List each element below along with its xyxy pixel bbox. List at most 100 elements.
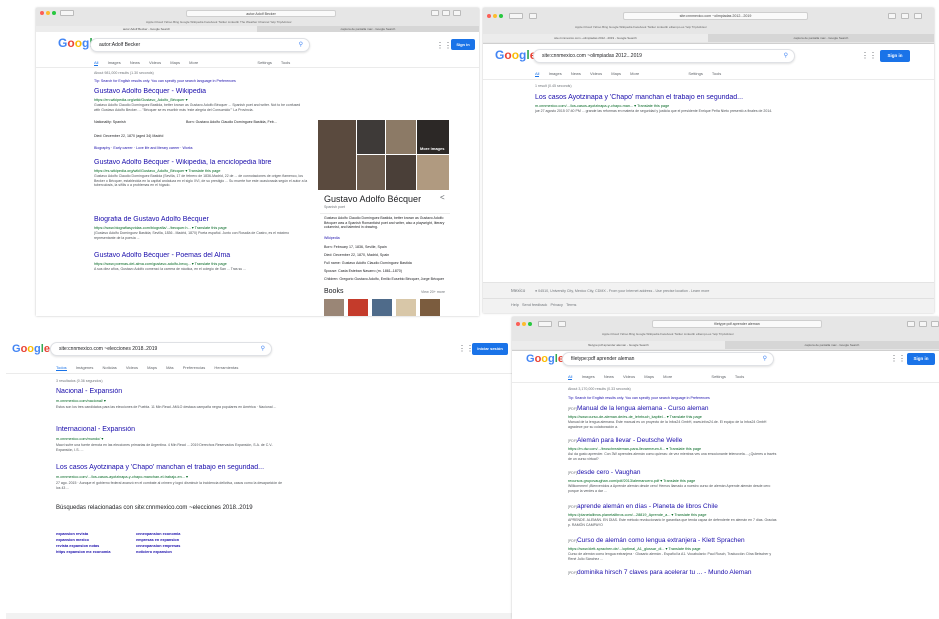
tab-images[interactable]: Images <box>108 60 121 65</box>
search-input[interactable]: site:cnnmexico.com ~olimpiadas 2012...20… <box>542 53 642 59</box>
tab-tools[interactable]: Tools <box>281 60 290 65</box>
search-box[interactable]: autor:Adolf Becker ⚲ <box>90 38 310 52</box>
result-title[interactable]: [PDF]desde cero - Vaughan <box>568 469 788 476</box>
address-bar[interactable]: filetype:pdf aprender aleman <box>652 320 822 328</box>
result-title[interactable]: Nacional - Expansión <box>56 388 296 395</box>
search-box[interactable]: site:cnnmexico.com ~olimpiadas 2012...20… <box>533 49 795 63</box>
bookmarks-bar[interactable]: Apple iCloud Yahoo Bing Google Wikipedia… <box>146 20 292 24</box>
apps-grid-icon[interactable]: ⋮⋮ <box>436 41 452 50</box>
result-title[interactable]: [PDF]Curso de alemán como lengua extranj… <box>568 537 788 544</box>
zoom-window-icon[interactable] <box>52 11 56 15</box>
tab-all[interactable]: All <box>535 71 540 77</box>
tab-images[interactable]: Images <box>582 374 595 379</box>
tab-more[interactable]: More <box>189 60 198 65</box>
result-url[interactable]: https://www.biografiasyvidas.com/biograf… <box>94 225 309 230</box>
language-tip[interactable]: Tip: Search for English results only. Yo… <box>568 396 710 400</box>
result-title[interactable]: Gustavo Adolfo Bécquer - Wikipedia <box>94 88 304 95</box>
search-icon[interactable]: ⚲ <box>299 41 303 48</box>
tab-news[interactable]: News <box>571 71 581 76</box>
tab-tools[interactable]: Tools <box>735 374 744 379</box>
tab-videos[interactable]: Videos <box>623 374 635 379</box>
related-search-link[interactable]: noticiero expansion <box>136 549 180 555</box>
book-cover-image[interactable] <box>420 299 440 316</box>
tab-maps[interactable]: Maps <box>147 365 157 370</box>
book-cover-image[interactable] <box>324 299 344 316</box>
apps-grid-icon[interactable]: ⋮⋮ <box>861 51 877 60</box>
bookmarks-bar[interactable]: Apple iCloud Yahoo Bing Google Wikipedia… <box>602 332 734 336</box>
search-box[interactable]: site:cnnmexico.com ~elecciones 2018..201… <box>50 342 272 356</box>
result-url[interactable]: https://planetalibros.planetalibros.com/… <box>568 512 788 517</box>
portrait-image[interactable] <box>417 155 449 190</box>
minimize-window-icon[interactable] <box>522 322 526 326</box>
tab-active[interactable]: site:cnnmexico.com ~olimpiadas 2012...20… <box>483 34 708 42</box>
tab-images[interactable]: Images <box>549 71 562 76</box>
share-icon[interactable]: < <box>440 193 445 202</box>
result-url[interactable]: https://www.curso-de-aleman.de/es-de_leh… <box>568 414 788 419</box>
tab-inactive[interactable]: captura de pantalla mac - Google Search <box>725 341 939 349</box>
tab-active[interactable]: autor:Adolf Becker - Google Search <box>36 26 257 32</box>
result-url[interactable]: m.cnnmexico.com/nacional/ ▾ <box>56 398 296 403</box>
result-title[interactable]: [PDF]dominika hirsch 7 claves para acele… <box>568 569 788 576</box>
language-tip[interactable]: Tip: Search for English results only. Yo… <box>94 79 236 83</box>
apps-grid-icon[interactable]: ⋮⋮ <box>890 354 906 363</box>
tab-inactive[interactable]: captura de pantalla mac - Google Search <box>708 34 934 42</box>
footer-location[interactable]: ● 04510, University City, Mexico City, C… <box>535 289 709 293</box>
result-sitelinks[interactable]: Biography · Early career · Love life and… <box>94 146 193 150</box>
search-input[interactable]: filetype:pdf aprender aleman <box>571 356 634 362</box>
close-window-icon[interactable] <box>487 14 491 18</box>
google-logo[interactable]: Google <box>495 48 536 62</box>
google-logo[interactable]: Google <box>526 353 564 365</box>
search-input[interactable]: autor:Adolf Becker <box>99 42 140 48</box>
footer-privacy-link[interactable]: Privacy <box>551 303 563 307</box>
tab-all[interactable]: Todos <box>56 365 67 371</box>
share-icon[interactable] <box>888 13 896 19</box>
close-window-icon[interactable] <box>516 322 520 326</box>
share-icon[interactable] <box>431 10 439 16</box>
result-title[interactable]: Internacional - Expansión <box>56 426 296 433</box>
address-bar[interactable]: site:cnnmexico.com ~olimpiadas 2012...20… <box>623 12 808 20</box>
tab-videos[interactable]: Videos <box>149 60 161 65</box>
tab-videos[interactable]: Videos <box>590 71 602 76</box>
minimize-window-icon[interactable] <box>493 14 497 18</box>
result-title[interactable]: [PDF]aprende alemán en días - Planeta de… <box>568 503 788 510</box>
tab-more[interactable]: Más <box>166 365 174 370</box>
portrait-image[interactable] <box>357 120 385 154</box>
result-title[interactable]: Los casos Ayotzinapa y 'Chapo' manchan e… <box>56 464 296 471</box>
kp-view-more-link[interactable]: View 20+ more <box>421 290 445 294</box>
tab-all[interactable]: All <box>94 60 99 66</box>
kp-wikipedia-link[interactable]: Wikipedia <box>324 236 340 240</box>
close-window-icon[interactable] <box>40 11 44 15</box>
tab-news[interactable]: News <box>604 374 614 379</box>
footer-feedback-link[interactable]: Send feedback <box>522 303 547 307</box>
portrait-image[interactable] <box>357 155 385 190</box>
result-title[interactable]: Gustavo Adolfo Bécquer - Poemas del Alma <box>94 252 309 259</box>
tab-all[interactable]: All <box>568 374 573 380</box>
result-title[interactable]: Los casos Ayotzinapa y 'Chapo' manchan e… <box>535 94 785 101</box>
tabs-overview-icon[interactable] <box>453 10 461 16</box>
tab-preferences[interactable]: Preferencias <box>183 365 205 370</box>
tab-maps[interactable]: Maps <box>644 374 654 379</box>
tab-tools[interactable]: Herramientas <box>214 365 238 370</box>
result-url[interactable]: m.cnnmexico.com/.../los-casos-ayotzinapa… <box>535 103 785 108</box>
tab-news[interactable]: Noticias <box>103 365 117 370</box>
result-url[interactable]: https://es.wikipedia.org/wiki/Gustavo_Ad… <box>94 168 309 173</box>
more-images-link[interactable]: More images <box>420 146 444 151</box>
tab-images[interactable]: Imágenes <box>76 365 94 370</box>
result-title[interactable]: Gustavo Adolfo Bécquer - Wikipedia, la e… <box>94 159 309 166</box>
result-url[interactable]: https://www.poemas-del-alma.com/gustavo-… <box>94 261 309 266</box>
portrait-image[interactable] <box>318 120 356 190</box>
tab-active[interactable]: filetype:pdf aprender aleman - Google Se… <box>512 341 725 349</box>
tab-tools[interactable]: Tools <box>712 71 721 76</box>
result-url[interactable]: https://m.dw.com/.../broschreaieman-para… <box>568 446 788 451</box>
reload-icon[interactable] <box>919 321 927 327</box>
search-icon[interactable]: ⚲ <box>763 355 767 362</box>
result-url[interactable]: m.cnnmexico.com/mundo/ ▾ <box>56 436 296 441</box>
tab-maps[interactable]: Maps <box>170 60 180 65</box>
footer-terms-link[interactable]: Terms <box>566 303 576 307</box>
tab-settings[interactable]: Settings <box>711 374 725 379</box>
sidebar-icon[interactable] <box>529 13 537 19</box>
book-cover-image[interactable] <box>348 299 368 316</box>
reload-icon[interactable] <box>901 13 909 19</box>
sign-in-button[interactable]: Sign in <box>451 39 475 50</box>
back-forward-buttons[interactable] <box>60 10 74 16</box>
